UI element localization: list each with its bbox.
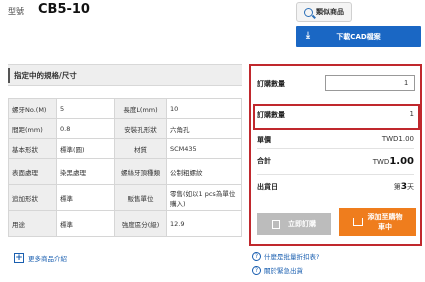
order-panel: 訂購數量 訂購數量 1 單價 TWD1.00 合計 TWD1.00 出貨日 第3…	[249, 64, 422, 246]
urgent-shipping-label: 關於緊急出貨	[264, 267, 303, 275]
discount-table-link[interactable]: ? 什麼是批量折扣表?	[252, 251, 319, 261]
spec-key: 螺牙No.(M)	[8, 98, 57, 119]
spec-table: 螺牙No.(M) 5 長度L(mm) 10 間距(mm) 0.8 安裝孔形狀 六…	[8, 98, 242, 237]
unit-price-value: TWD1.00	[381, 135, 414, 143]
spec-key: 表面處理	[8, 158, 57, 185]
qty-label: 訂購數量	[257, 80, 285, 88]
qty-input[interactable]	[325, 75, 415, 91]
spec-value: 0.8	[56, 118, 115, 139]
cart-icon	[352, 218, 363, 226]
spec-key: 販售單位	[114, 184, 167, 211]
spec-value: SCM435	[166, 138, 242, 159]
add-to-cart-label-line1: 添加至購物	[367, 213, 403, 221]
spec-key: 間距(mm)	[8, 118, 57, 139]
spec-section-title: 指定中的規格/尺寸	[8, 64, 242, 86]
total-currency: TWD	[372, 158, 390, 166]
spec-value: 標準	[56, 210, 115, 237]
spec-key: 用途	[8, 210, 57, 237]
spec-value: 10	[166, 98, 242, 119]
total-value: TWD1.00	[373, 156, 414, 167]
model-code: CB5-10	[38, 2, 90, 17]
table-row: 基本形狀 標準(圓) 材質 SCM435	[8, 138, 242, 159]
download-cad-button[interactable]: ⤓ 下載CAD檔案	[296, 26, 421, 47]
urgent-shipping-link[interactable]: ? 關於緊急出貨	[252, 265, 303, 275]
question-icon: ?	[252, 265, 261, 275]
plus-icon: +	[14, 253, 24, 263]
ship-date-label: 出貨日	[257, 183, 278, 191]
download-icon: ⤓	[306, 31, 310, 41]
spec-key: 追加形狀	[8, 184, 57, 211]
model-label: 型號	[8, 7, 24, 16]
divider	[257, 174, 414, 175]
total-amount: 1.00	[389, 156, 414, 167]
qty-summary-label: 訂購數量	[257, 111, 285, 119]
more-product-info-label: 更多商品介紹	[28, 255, 67, 263]
spec-value: 標準	[56, 184, 115, 211]
table-row: 表面處理 染黑處理 螺絲牙頂種類 公制粗螺紋	[8, 158, 242, 185]
spec-key: 基本形狀	[8, 138, 57, 159]
spec-value: 染黑處理	[56, 158, 115, 185]
total-label: 合計	[257, 157, 271, 165]
divider	[257, 148, 414, 149]
unit-price-label: 單價	[257, 136, 271, 144]
spec-value: 標準(圓)	[56, 138, 115, 159]
ship-date-value: 第3天	[394, 182, 414, 192]
table-row: 間距(mm) 0.8 安裝孔形狀 六角孔	[8, 118, 242, 139]
table-row: 追加形狀 標準 販售單位 零售(如以1 pcs為單位購入)	[8, 184, 242, 211]
more-product-info-link[interactable]: + 更多商品介紹	[14, 253, 67, 263]
search-icon	[304, 7, 313, 17]
add-to-cart-label-line2: 車中	[378, 223, 392, 231]
document-icon	[272, 219, 280, 229]
qty-summary-value: 1	[409, 110, 414, 118]
spec-key: 材質	[114, 138, 167, 159]
table-row: 螺牙No.(M) 5 長度L(mm) 10	[8, 98, 242, 119]
spec-value: 公制粗螺紋	[166, 158, 242, 185]
question-icon: ?	[252, 251, 261, 261]
similar-products-button[interactable]: 類似商品	[296, 2, 352, 22]
spec-value: 12.9	[166, 210, 242, 237]
add-to-cart-button[interactable]: 添加至購物 車中	[339, 208, 416, 236]
add-to-cart-label: 添加至購物 車中	[368, 212, 403, 232]
spec-value: 六角孔	[166, 118, 242, 139]
order-now-button[interactable]: 立即訂購	[257, 213, 331, 235]
order-now-label: 立即訂購	[288, 220, 316, 228]
spec-value: 5	[56, 98, 115, 119]
spec-key: 安裝孔形狀	[114, 118, 167, 139]
spec-key: 強度區分(級)	[114, 210, 167, 237]
ship-prefix: 第	[393, 183, 401, 191]
ship-suffix: 天	[407, 183, 414, 191]
download-cad-label: 下載CAD檔案	[336, 32, 381, 41]
table-row: 用途 標準 強度區分(級) 12.9	[8, 210, 242, 237]
discount-table-label: 什麼是批量折扣表?	[264, 253, 320, 261]
spec-key: 螺絲牙頂種類	[114, 158, 167, 185]
similar-products-label: 類似商品	[316, 8, 344, 16]
spec-key: 長度L(mm)	[114, 98, 167, 119]
spec-value: 零售(如以1 pcs為單位購入)	[166, 184, 242, 211]
